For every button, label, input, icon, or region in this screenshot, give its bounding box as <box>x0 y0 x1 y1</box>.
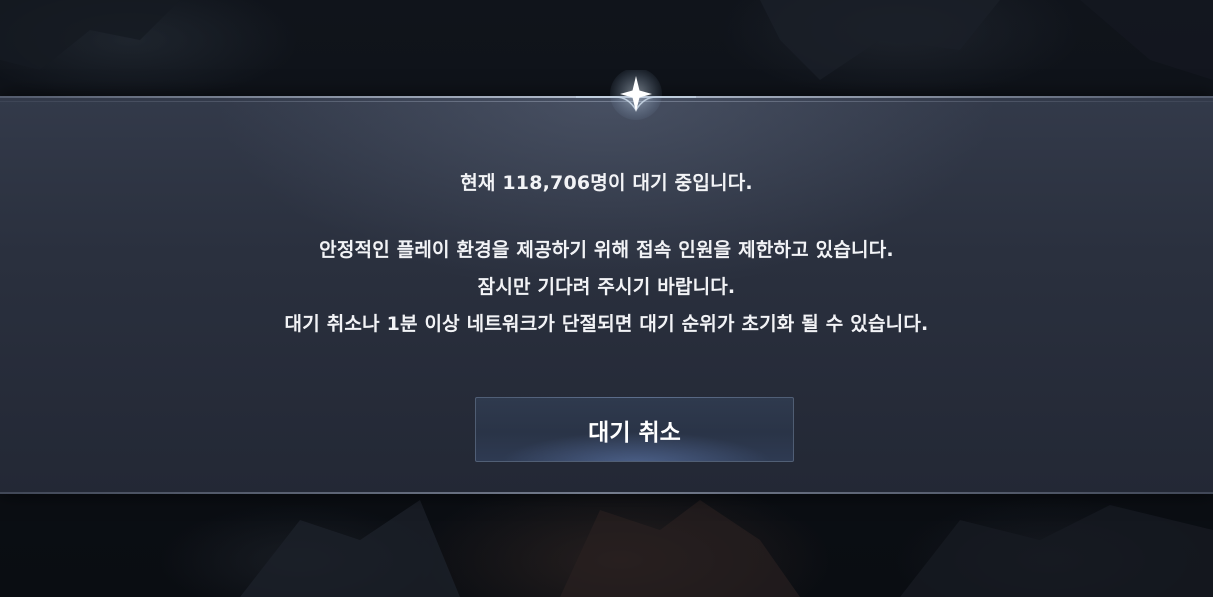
queue-warning-text: 대기 취소나 1분 이상 네트워크가 단절되면 대기 순위가 초기화 될 수 있… <box>284 313 929 335</box>
queue-screen: 현재 118,706명이 대기 중입니다. 안정적인 플레이 환경을 제공하기 … <box>0 0 1213 597</box>
queue-wait-text: 잠시만 기다려 주시기 바랍니다. <box>477 276 736 298</box>
sparkle-star-icon <box>576 70 696 120</box>
queue-info-text: 안정적인 플레이 환경을 제공하기 위해 접속 인원을 제한하고 있습니다. <box>319 239 894 261</box>
cancel-wait-button[interactable]: 대기 취소 <box>475 397 794 462</box>
cancel-wait-button-label: 대기 취소 <box>588 419 681 446</box>
queue-count-text: 현재 118,706명이 대기 중입니다. <box>460 172 753 194</box>
panel-bottom-border <box>0 492 1213 494</box>
